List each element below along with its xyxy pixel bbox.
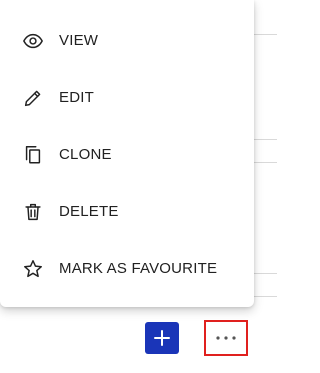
menu-item-label: VIEW [59,32,99,49]
copy-icon [21,143,45,167]
menu-item-clone[interactable]: CLONE [0,126,254,183]
menu-item-label: MARK AS FAVOURITE [59,260,218,277]
menu-item-view[interactable]: VIEW [0,12,254,69]
context-menu: VIEW EDIT CLONE DELETE MARK AS FAVOURITE [0,0,254,307]
menu-item-edit[interactable]: EDIT [0,69,254,126]
menu-item-label: EDIT [59,89,94,106]
menu-item-label: CLONE [59,146,112,163]
menu-item-label: DELETE [59,203,119,220]
more-options-button[interactable] [204,320,248,356]
trash-icon [21,200,45,224]
eye-icon [21,29,45,53]
pencil-icon [21,86,45,110]
plus-icon [154,330,170,346]
menu-item-delete[interactable]: DELETE [0,183,254,240]
add-button[interactable] [145,322,179,354]
more-horizontal-icon [216,336,236,340]
star-icon [21,257,45,281]
menu-item-favourite[interactable]: MARK AS FAVOURITE [0,240,254,297]
